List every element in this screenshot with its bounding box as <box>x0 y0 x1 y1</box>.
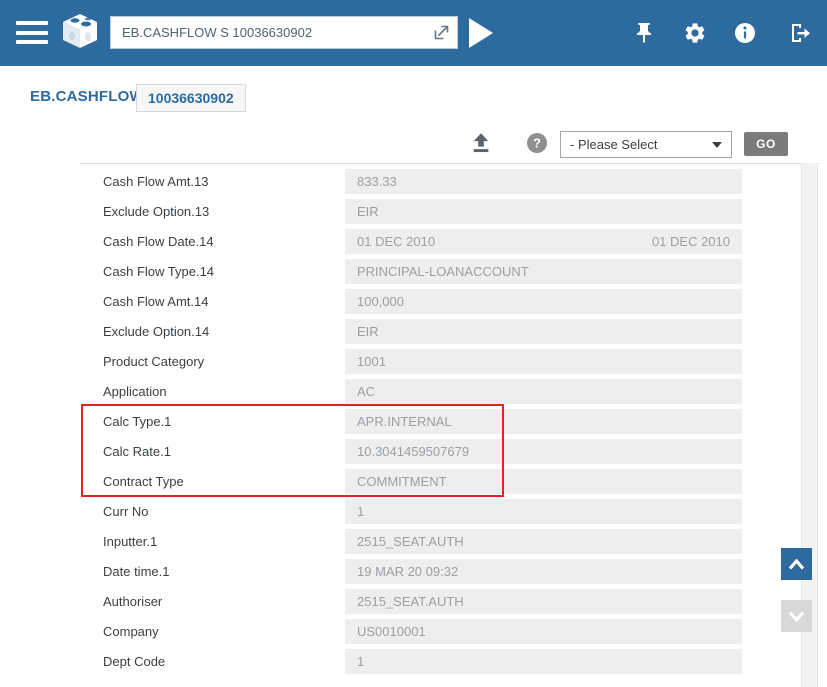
field-value-text: 1 <box>357 654 364 669</box>
upload-button[interactable] <box>470 132 492 154</box>
field-label: Cash Flow Type.14 <box>103 264 345 279</box>
field-value: 1 <box>345 499 742 524</box>
field-value: 100,000 <box>345 289 742 314</box>
field-value-text: US0010001 <box>357 624 426 639</box>
field-value: US0010001 <box>345 619 742 644</box>
field-value-text: 833.33 <box>357 174 397 189</box>
field-row: Authoriser 2515_SEAT.AUTH <box>103 589 820 614</box>
field-row: Cash Flow Date.14 01 DEC 2010 01 DEC 2010 <box>103 229 820 254</box>
field-label: Date time.1 <box>103 564 345 579</box>
chevron-down-icon <box>788 611 805 622</box>
command-line-input[interactable] <box>110 16 458 49</box>
app-window: EB.CASHFLOW 10036630902 ? - Please Selec… <box>0 0 827 687</box>
field-label: Cash Flow Amt.14 <box>103 294 345 309</box>
sign-out-icon[interactable] <box>788 21 812 45</box>
field-row: Application AC <box>103 379 820 404</box>
help-button[interactable]: ? <box>526 132 548 154</box>
field-row: Product Category 1001 <box>103 349 820 374</box>
field-label: Authoriser <box>103 594 345 609</box>
field-label: Cash Flow Date.14 <box>103 234 345 249</box>
field-value-text: 2515_SEAT.AUTH <box>357 534 464 549</box>
field-value: EIR <box>345 319 742 344</box>
pushpin-icon[interactable] <box>632 21 656 45</box>
field-value-text: AC <box>357 384 375 399</box>
help-icon: ? <box>526 132 548 154</box>
gear-icon[interactable] <box>683 21 707 45</box>
globe-cube-logo-icon <box>60 12 100 54</box>
field-label: Dept Code <box>103 654 345 669</box>
field-value-secondary: 01 DEC 2010 <box>652 234 730 249</box>
field-row: Dept Code 1 <box>103 649 820 674</box>
field-row: Inputter.1 2515_SEAT.AUTH <box>103 529 820 554</box>
field-row: Cash Flow Amt.13 833.33 <box>103 169 820 194</box>
field-value-text: EIR <box>357 204 379 219</box>
field-value: 2515_SEAT.AUTH <box>345 589 742 614</box>
field-value: 2515_SEAT.AUTH <box>345 529 742 554</box>
field-row: Company US0010001 <box>103 619 820 644</box>
field-value-text: 01 DEC 2010 <box>357 234 435 249</box>
scroll-to-top-button[interactable] <box>781 548 812 580</box>
scroll-down-button[interactable] <box>781 600 812 632</box>
field-row: Cash Flow Amt.14 100,000 <box>103 289 820 314</box>
breadcrumb-app-name: EB.CASHFLOW <box>30 88 144 105</box>
field-value: 833.33 <box>345 169 742 194</box>
field-value-text: 1001 <box>357 354 386 369</box>
chevron-up-icon <box>788 559 805 570</box>
field-label: Exclude Option.14 <box>103 324 345 339</box>
field-label: Cash Flow Amt.13 <box>103 174 345 189</box>
field-value: 01 DEC 2010 01 DEC 2010 <box>345 229 742 254</box>
record-highlight-box <box>81 404 504 497</box>
field-value: 1001 <box>345 349 742 374</box>
field-value: PRINCIPAL-LOANACCOUNT <box>345 259 742 284</box>
field-value: 1 <box>345 649 742 674</box>
top-bar <box>0 0 827 66</box>
field-label: Product Category <box>103 354 345 369</box>
field-label: Application <box>103 384 345 399</box>
upload-icon <box>470 132 492 154</box>
field-value: AC <box>345 379 742 404</box>
play-icon <box>468 17 494 49</box>
version-select-value: - Please Select <box>570 137 712 152</box>
field-label: Inputter.1 <box>103 534 345 549</box>
svg-text:?: ? <box>533 136 541 151</box>
field-value-text: EIR <box>357 324 379 339</box>
go-button[interactable]: GO <box>744 132 788 156</box>
field-value-text: 19 MAR 20 09:32 <box>357 564 458 579</box>
field-value: EIR <box>345 199 742 224</box>
field-row: Exclude Option.14 EIR <box>103 319 820 344</box>
command-line-wrap <box>110 16 458 49</box>
field-label: Company <box>103 624 345 639</box>
chevron-down-icon <box>712 142 722 148</box>
info-icon[interactable] <box>733 21 757 45</box>
open-expand-arrow-icon[interactable] <box>432 23 451 42</box>
breadcrumb-record-id: 10036630902 <box>136 84 246 112</box>
field-value-text: 100,000 <box>357 294 404 309</box>
field-value-text: PRINCIPAL-LOANACCOUNT <box>357 264 529 279</box>
field-row: Exclude Option.13 EIR <box>103 199 820 224</box>
field-value-text: 1 <box>357 504 364 519</box>
field-label: Curr No <box>103 504 345 519</box>
field-row: Date time.1 19 MAR 20 09:32 <box>103 559 820 584</box>
menu-icon[interactable] <box>16 21 48 45</box>
field-label: Exclude Option.13 <box>103 204 345 219</box>
run-command-button[interactable] <box>468 17 494 49</box>
field-value-text: 2515_SEAT.AUTH <box>357 594 464 609</box>
version-select-dropdown[interactable]: - Please Select <box>560 131 732 158</box>
field-value: 19 MAR 20 09:32 <box>345 559 742 584</box>
field-row: Curr No 1 <box>103 499 820 524</box>
field-row: Cash Flow Type.14 PRINCIPAL-LOANACCOUNT <box>103 259 820 284</box>
